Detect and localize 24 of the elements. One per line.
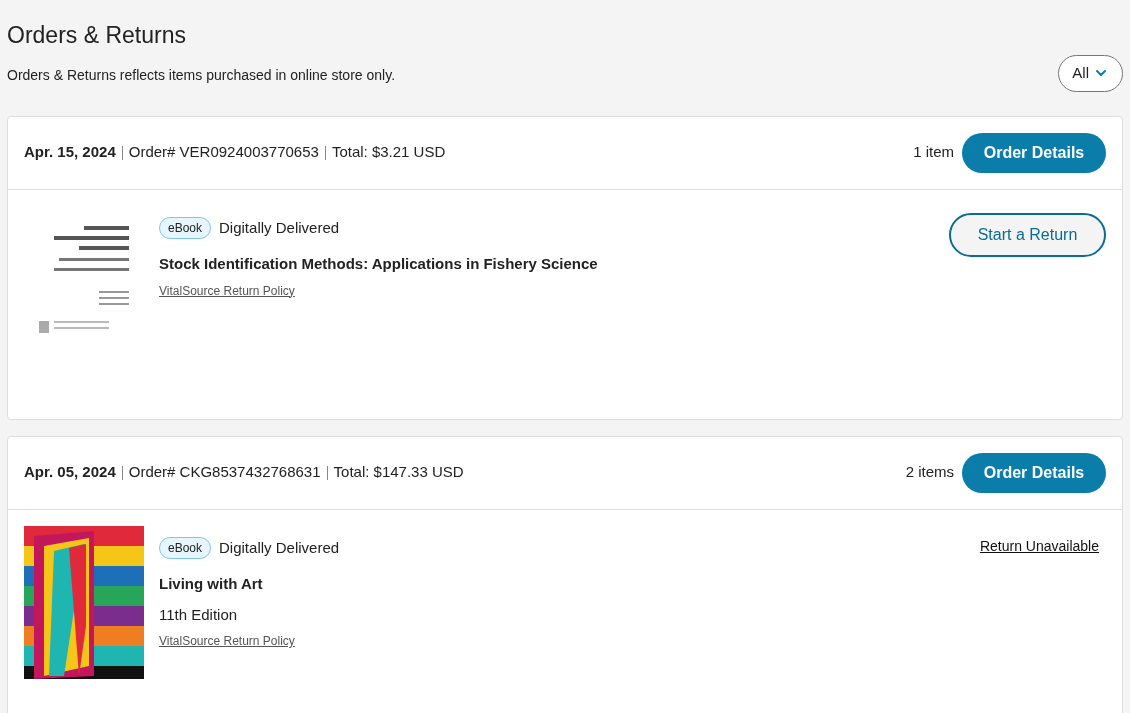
filter-dropdown[interactable]: All (1058, 54, 1123, 92)
return-policy-link[interactable]: VitalSource Return Policy (159, 281, 295, 300)
order-details-button[interactable]: Order Details (962, 132, 1106, 173)
product-title: Stock Identification Methods: Applications in Fishery Science (159, 254, 599, 274)
order-details-button[interactable]: Order Details (962, 452, 1106, 493)
order-number: Order# VER0924003770653 (128, 142, 319, 163)
order-date: Apr. 05, 2024 (24, 462, 116, 483)
order-number: Order# CKG8537432768631 (128, 462, 321, 483)
order-total: Total: $147.33 USD (333, 462, 464, 483)
item-count: 2 items (905, 462, 954, 483)
order-date: Apr. 15, 2024 (24, 142, 116, 163)
return-policy-link[interactable]: VitalSource Return Policy (159, 632, 295, 650)
order-total: Total: $3.21 USD (331, 142, 446, 163)
page-subtitle: Orders & Returns reflects items purchased in online store only. (7, 65, 396, 85)
edition: 11th Edition (159, 604, 239, 625)
start-return-button[interactable]: Start a Return (949, 212, 1106, 257)
page-title: Orders & Returns (7, 21, 187, 50)
return-unavailable-link[interactable]: Return Unavailable (979, 535, 1099, 557)
delivery-status: Digitally Delivered (219, 217, 340, 238)
format-badge: eBook (159, 216, 212, 239)
format-badge: eBook (159, 536, 212, 559)
delivery-status: Digitally Delivered (219, 537, 340, 558)
item-count: 1 item (913, 142, 954, 163)
product-title: Living with Art (159, 574, 264, 594)
